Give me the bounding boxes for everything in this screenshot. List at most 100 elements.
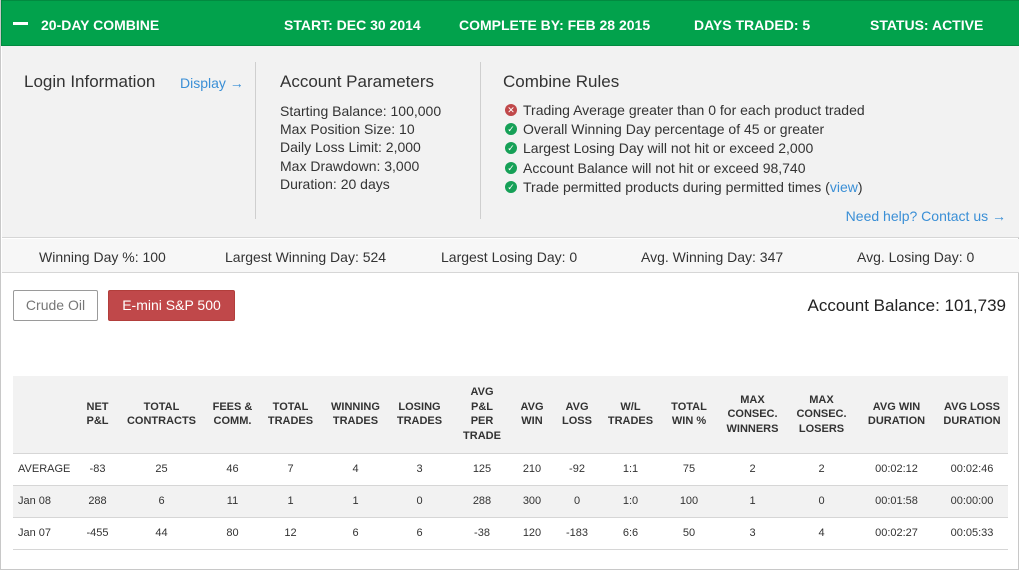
table-cell: -183 xyxy=(552,517,602,550)
login-info-title: Login Information xyxy=(24,72,156,91)
emini-sp500-button[interactable]: E-mini S&P 500 xyxy=(108,290,235,321)
column-header-line: TOTAL xyxy=(143,400,180,413)
param-duration: Duration: 20 days xyxy=(280,175,390,192)
display-login-link[interactable]: Display → xyxy=(180,75,244,91)
column-header: AVG WIN xyxy=(512,376,552,454)
trade-stats-table: NET P&L TOTAL CONTRACTS FEES & COMM. TOTAL TRAD… xyxy=(13,376,1008,550)
column-header-line: TRADES xyxy=(332,415,379,428)
table-cell: -92 xyxy=(552,453,602,486)
table-cell: 0 xyxy=(552,485,602,518)
table-cell: 1 xyxy=(719,485,786,518)
table-cell: 3 xyxy=(387,453,452,486)
table-cell: 100 xyxy=(659,485,719,518)
collapse-icon[interactable] xyxy=(13,22,28,25)
column-header-line: W/L xyxy=(620,400,641,413)
rule-text: Trade permitted products during permitte… xyxy=(523,178,830,195)
table-cell: 4 xyxy=(324,453,387,486)
table-cell: 00:02:46 xyxy=(936,453,1008,486)
largest-losing-day: Largest Losing Day: 0 xyxy=(441,249,578,265)
crude-oil-button[interactable]: Crude Oil xyxy=(13,290,98,321)
column-header-line: P&L xyxy=(471,400,493,413)
table-cell: 1:0 xyxy=(602,485,659,518)
table-cell: 3 xyxy=(719,517,786,550)
rule-item: ✓ Trade permitted products during permit… xyxy=(503,179,865,198)
column-header-line: AVG xyxy=(520,400,544,413)
column-header: NET P&L xyxy=(80,376,115,454)
combine-title: 20-DAY COMBINE xyxy=(41,17,160,33)
column-header-line: DURATION xyxy=(943,415,1001,428)
column-header: WINNING TRADES xyxy=(324,376,387,454)
table-cell: 00:02:27 xyxy=(857,517,936,550)
column-header-line: FEES & xyxy=(212,400,253,413)
table-cell: 6 xyxy=(115,485,208,518)
table-cell: 11 xyxy=(208,485,257,518)
check-circle-icon: ✓ xyxy=(505,161,517,174)
table-row: Jan 07 -455 44 80 12 6 6 -38 120 -183 6:6 50 3 4 00:02… xyxy=(13,517,1008,550)
table-cell: -83 xyxy=(80,453,115,486)
table-row: Jan 08 288 6 11 1 1 0 288 300 0 1:0 100 1 0 00:01:58 00… xyxy=(13,485,1008,518)
table-cell: 00:00:00 xyxy=(936,485,1008,518)
stats-bar: Winning Day %: 100 Largest Winning Day: … xyxy=(2,239,1019,273)
check-circle-icon: ✓ xyxy=(505,142,517,155)
param-max-position: Max Position Size: 10 xyxy=(280,121,415,138)
column-header: AVG P&L PER TRADE xyxy=(452,376,512,454)
table-cell: 7 xyxy=(257,453,324,486)
column-header-line: AVG WIN xyxy=(872,400,921,413)
column-header: TOTAL TRADES xyxy=(257,376,324,454)
column-header-line: AVG xyxy=(470,386,494,399)
days-traded: DAYS TRADED: 5 xyxy=(694,17,811,33)
table-cell: 2 xyxy=(786,453,857,486)
rule-text: Account Balance will not hit or exceed 9… xyxy=(523,159,806,176)
column-header-line: LOSING xyxy=(398,400,441,413)
combine-header[interactable]: 20-DAY COMBINE START: DEC 30 2014 COMPLE… xyxy=(1,0,1019,46)
column-header-line: P&L xyxy=(86,415,109,428)
account-params-list: Starting Balance: 100,000 Max Position S… xyxy=(280,102,441,193)
rule-text: Overall Winning Day percentage of 45 or … xyxy=(523,121,825,138)
table-cell: 2 xyxy=(719,453,786,486)
table-cell: 80 xyxy=(208,517,257,550)
column-header-line: AVG xyxy=(565,400,589,413)
column-header-line: DURATION xyxy=(867,415,926,428)
column-header: W/L TRADES xyxy=(602,376,659,454)
table-cell: 75 xyxy=(659,453,719,486)
column-header-label xyxy=(13,376,80,454)
column-header: TOTAL CONTRACTS xyxy=(115,376,208,454)
column-header-line: PER xyxy=(470,415,494,428)
help-contact-link[interactable]: Need help? Contact us → xyxy=(846,208,1006,224)
table-header-row: NET P&L TOTAL CONTRACTS FEES & COMM. TOTAL TRAD… xyxy=(13,376,1008,454)
column-header: AVG LOSS DURATION xyxy=(936,376,1008,454)
largest-winning-day: Largest Winning Day: 524 xyxy=(225,249,387,265)
winning-day-pct: Winning Day %: 100 xyxy=(39,249,166,265)
table-cell: 1:1 xyxy=(602,453,659,486)
table-cell: 6 xyxy=(387,517,452,550)
divider xyxy=(255,62,256,219)
column-header-line: WINNING xyxy=(331,400,380,413)
table-cell: 50 xyxy=(659,517,719,550)
combine-panel: 20-DAY COMBINE START: DEC 30 2014 COMPLE… xyxy=(0,0,1019,570)
column-header-line: COMM. xyxy=(213,415,252,428)
column-header-line: CONSEC. xyxy=(796,408,847,420)
table-cell: 210 xyxy=(512,453,552,486)
table-cell: 0 xyxy=(387,485,452,518)
column-header-line: TOTAL xyxy=(272,400,309,413)
view-products-link[interactable]: view xyxy=(830,179,858,195)
column-header-line: TRADES xyxy=(607,415,654,428)
column-header: LOSING TRADES xyxy=(387,376,452,454)
divider xyxy=(480,62,481,219)
table-body: AVERAGE -83 25 46 7 4 3 125 210 -92 1:1 75 2 2 00:02:1… xyxy=(13,453,1008,550)
rule-item: ✓ Largest Losing Day will not hit or exc… xyxy=(503,140,865,159)
column-header: TOTAL WIN % xyxy=(659,376,719,454)
combine-rules-list: ✕ Trading Average greater than 0 for eac… xyxy=(503,102,865,198)
avg-losing-day: Avg. Losing Day: 0 xyxy=(857,249,975,265)
rule-item: ✓ Account Balance will not hit or exceed… xyxy=(503,160,865,179)
table-cell: 120 xyxy=(512,517,552,550)
table-cell: 0 xyxy=(786,485,857,518)
complete-by-date: COMPLETE BY: FEB 28 2015 xyxy=(459,17,651,33)
combine-rules-title: Combine Rules xyxy=(503,72,620,91)
rule-item: ✓ Overall Winning Day percentage of 45 o… xyxy=(503,121,865,140)
table-cell: 1 xyxy=(324,485,387,518)
table-cell: -455 xyxy=(80,517,115,550)
table-cell: 4 xyxy=(786,517,857,550)
column-header-line: TRADE xyxy=(463,429,501,442)
check-circle-icon: ✓ xyxy=(505,123,517,136)
